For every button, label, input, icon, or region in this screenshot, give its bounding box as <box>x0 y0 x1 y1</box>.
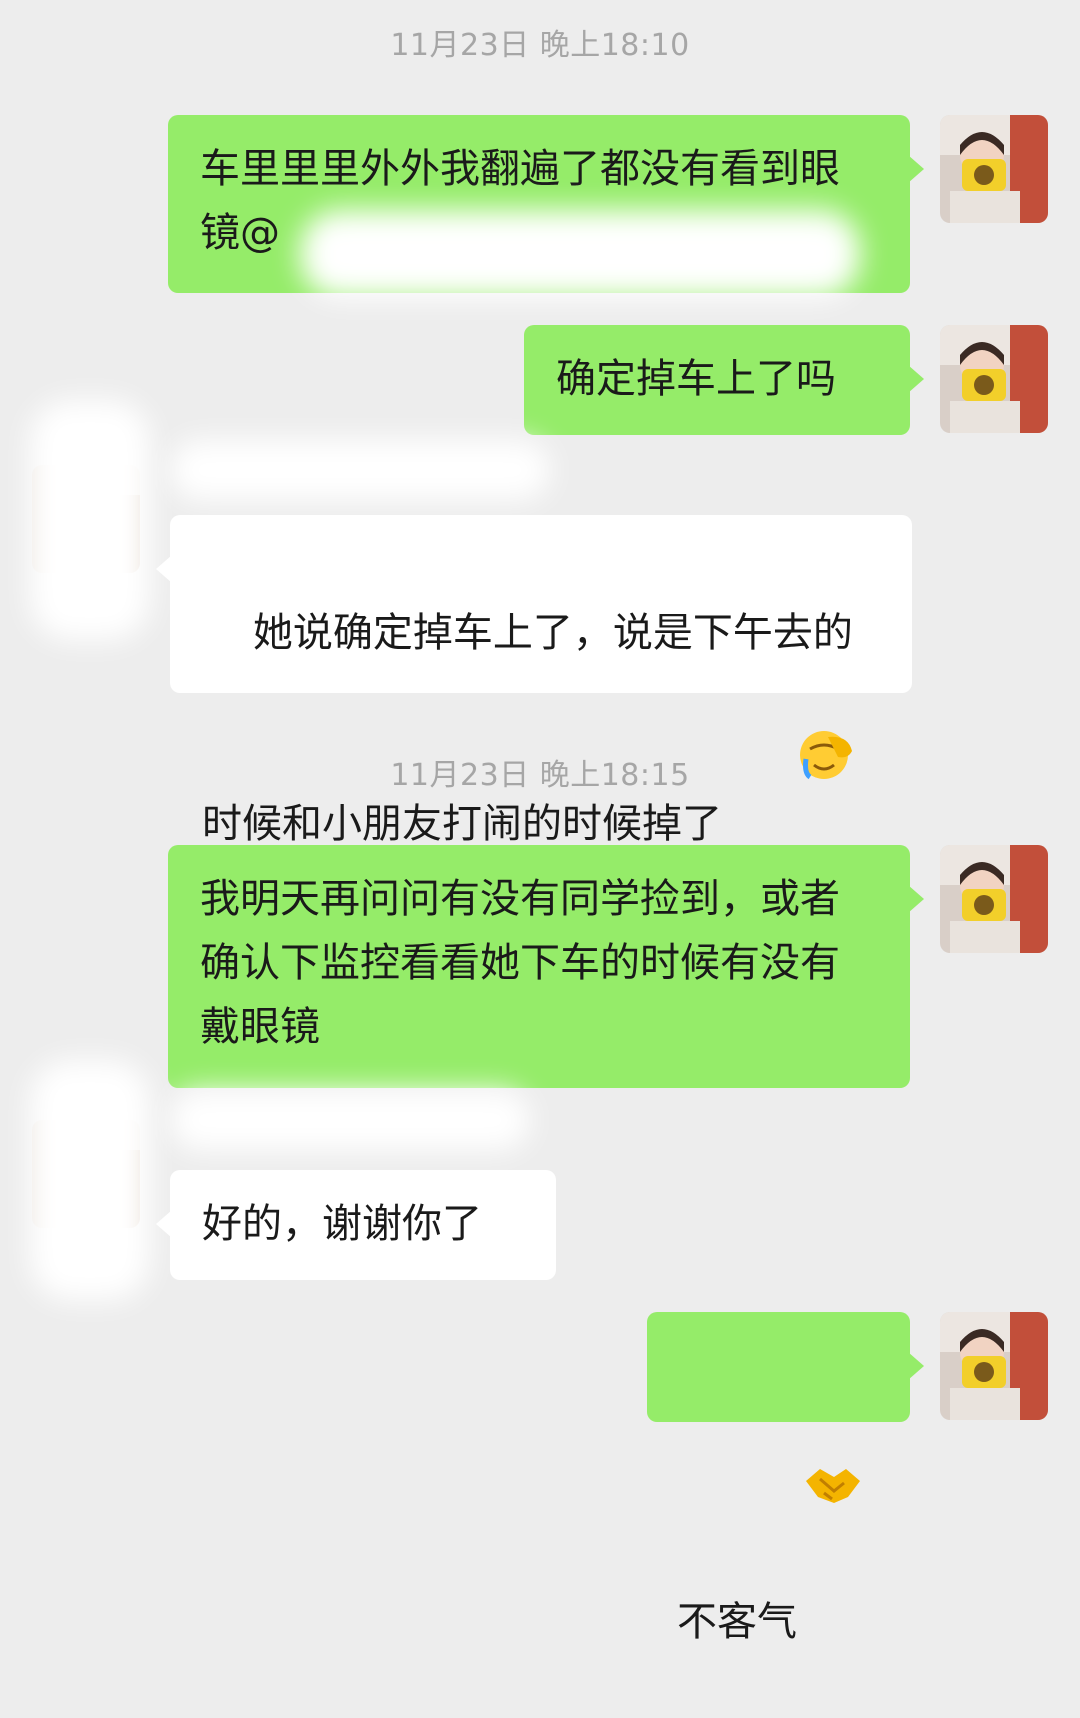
redaction-mask <box>300 210 860 298</box>
avatar[interactable] <box>940 325 1048 433</box>
redaction-mask <box>30 1060 150 1300</box>
timestamp: 11月23日 晚上18:10 <box>390 28 690 63</box>
child-camera-photo-icon <box>940 1312 1048 1420</box>
message-bubble-me[interactable]: 我明天再问问有没有同学捡到，或者确认下监控看看她下车的时候有没有戴眼镜 <box>168 845 924 1088</box>
avatar[interactable] <box>940 1312 1048 1420</box>
handshake-emoji-icon <box>728 1398 862 1590</box>
message-bubble-me[interactable]: 确定掉车上了吗 <box>524 325 924 435</box>
message-bubble-other[interactable]: 她说确定掉车上了，说是下午去的时候和小朋友打闹的时候掉了 <box>156 515 912 847</box>
redaction-mask <box>170 1090 530 1150</box>
redaction-mask <box>30 400 150 640</box>
avatar[interactable] <box>940 845 1048 953</box>
avatar[interactable] <box>940 115 1048 223</box>
child-camera-photo-icon <box>940 325 1048 433</box>
child-camera-photo-icon <box>940 845 1048 953</box>
message-bubble-other[interactable]: 好的，谢谢你了 <box>156 1170 556 1280</box>
redaction-mask <box>170 440 550 500</box>
message-bubble-me[interactable]: 不客气 <box>647 1312 924 1645</box>
child-camera-photo-icon <box>940 115 1048 223</box>
message-text: 不客气 <box>677 1599 797 1645</box>
timestamp: 11月23日 晚上18:15 <box>390 758 690 793</box>
